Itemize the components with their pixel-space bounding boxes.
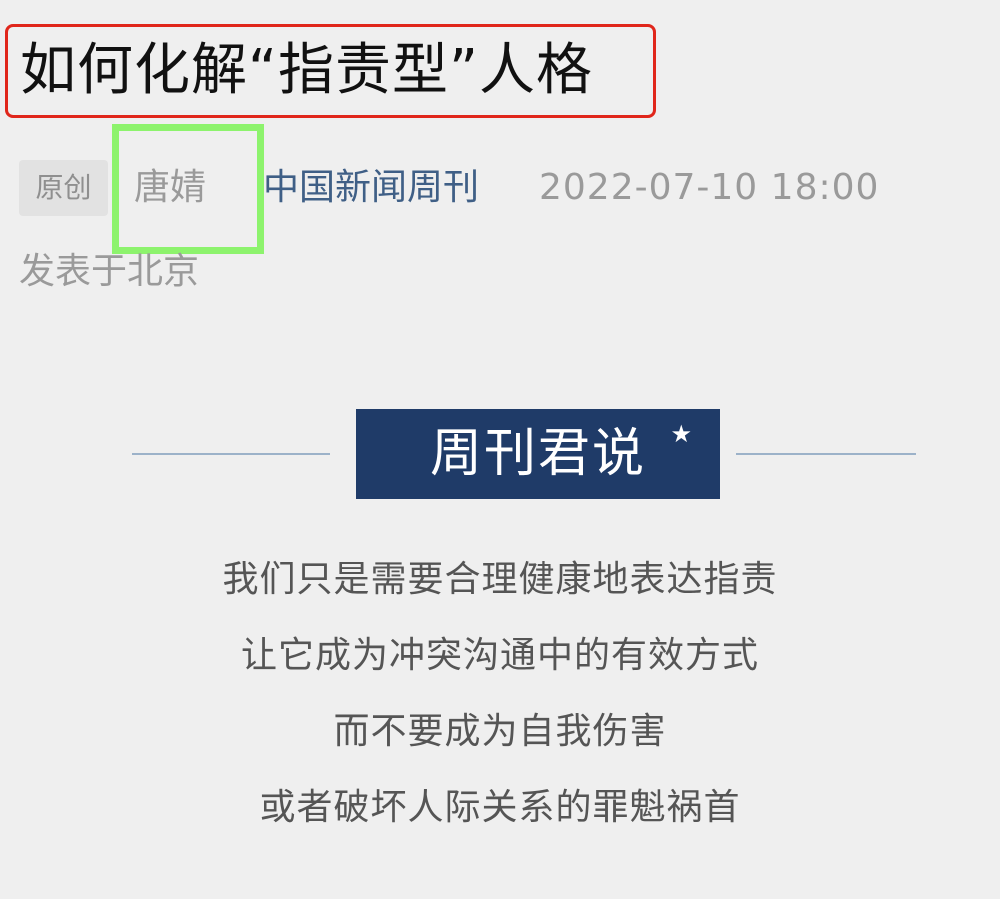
divider-right bbox=[736, 453, 916, 455]
author-highlight-box bbox=[112, 124, 264, 254]
quote-line-1: 我们只是需要合理健康地表达指责 bbox=[222, 559, 778, 600]
banner-label-box: 周刊君说 ★ bbox=[356, 409, 720, 499]
original-badge: 原创 bbox=[19, 160, 108, 216]
article-title: 如何化解“指责型”人格 bbox=[20, 38, 594, 103]
section-banner: 周刊君说 ★ bbox=[132, 409, 916, 499]
source-link[interactable]: 中国新闻周刊 bbox=[263, 160, 479, 216]
quote-line-2: 让它成为冲突沟通中的有效方式 bbox=[240, 635, 759, 676]
publish-location: 发表于北京 bbox=[19, 251, 200, 292]
publish-datetime: 2022-07-10 18:00 bbox=[539, 167, 880, 208]
quote-line-4: 或者破坏人际关系的罪魁祸首 bbox=[259, 787, 741, 828]
divider-left bbox=[132, 453, 330, 455]
star-icon: ★ bbox=[670, 420, 694, 448]
banner-label: 周刊君说 bbox=[429, 424, 646, 484]
quote-line-3: 而不要成为自我伤害 bbox=[333, 711, 667, 752]
